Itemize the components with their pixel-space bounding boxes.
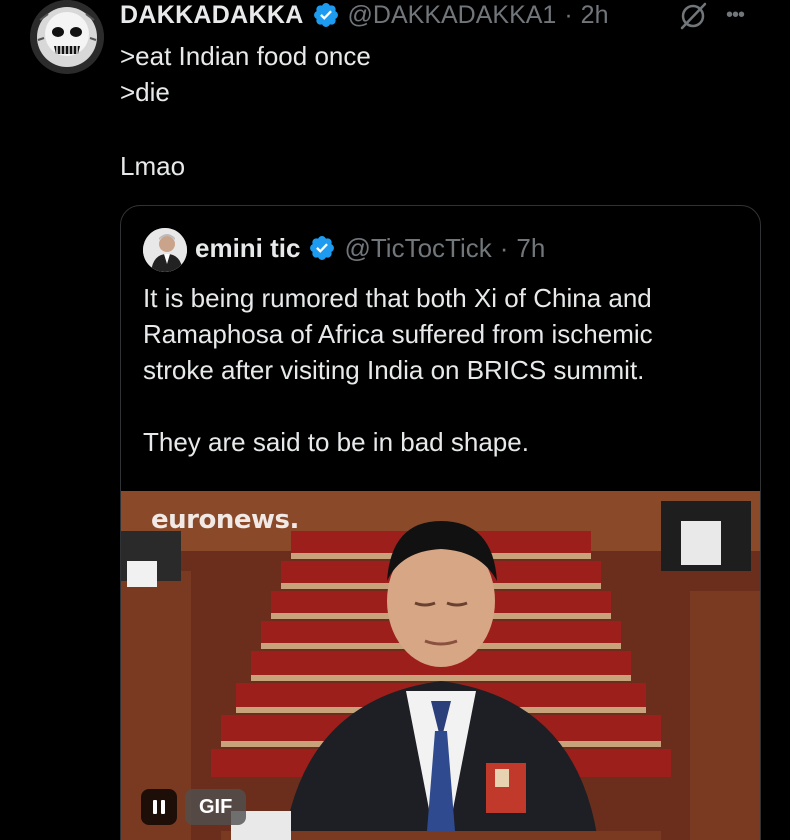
euronews-watermark: euronews. bbox=[151, 505, 299, 535]
quoted-text-line: It is being rumored that both Xi of Chin… bbox=[143, 283, 652, 313]
verified-badge-icon bbox=[310, 236, 335, 260]
quoted-author-handle[interactable]: @TicTocTick bbox=[344, 232, 491, 264]
tweet-text-line: >eat Indian food once bbox=[120, 41, 371, 71]
quoted-author-avatar[interactable] bbox=[143, 228, 187, 272]
more-icon[interactable]: ••• bbox=[726, 5, 745, 25]
tweet[interactable]: DAKKADAKKA @DAKKADAKKA1 · 2h ••• >eat In… bbox=[0, 0, 790, 840]
quoted-time[interactable]: 7h bbox=[516, 232, 545, 264]
time-separator: · bbox=[564, 1, 573, 29]
tweet-text: >eat Indian food once >die Lmao bbox=[120, 38, 371, 184]
grok-icon[interactable] bbox=[676, 2, 710, 30]
quoted-text: It is being rumored that both Xi of Chin… bbox=[143, 280, 743, 460]
author-avatar[interactable] bbox=[30, 0, 104, 74]
time-separator: · bbox=[499, 233, 509, 263]
tweet-time[interactable]: 2h bbox=[581, 0, 609, 30]
tweet-text-line: Lmao bbox=[120, 151, 186, 181]
tweet-text-line: >die bbox=[120, 77, 170, 107]
quoted-tweet[interactable]: emini tic @TicTocTick · 7h It is being r… bbox=[120, 205, 761, 840]
verified-badge-icon bbox=[313, 3, 338, 27]
author-name[interactable]: DAKKADAKKA bbox=[120, 0, 304, 30]
author-handle[interactable]: @DAKKADAKKA1 bbox=[348, 0, 557, 30]
pause-icon-bar bbox=[161, 800, 165, 814]
quoted-header: emini tic @TicTocTick · 7h bbox=[195, 232, 545, 264]
gif-badge[interactable]: GIF bbox=[185, 789, 247, 825]
quoted-text-line: stroke after visiting India on BRICS sum… bbox=[143, 355, 645, 385]
gif-media[interactable]: euronews. GIF bbox=[121, 491, 760, 840]
gif-frame bbox=[121, 491, 760, 840]
quoted-text-line: Ramaphosa of Africa suffered from ischem… bbox=[143, 319, 653, 349]
quoted-text-line: They are said to be in bad shape. bbox=[143, 427, 529, 457]
tweet-header: DAKKADAKKA @DAKKADAKKA1 · 2h bbox=[120, 0, 608, 30]
quoted-author-name[interactable]: emini tic bbox=[195, 232, 300, 264]
pause-button[interactable] bbox=[141, 789, 177, 825]
pause-icon bbox=[153, 800, 157, 814]
